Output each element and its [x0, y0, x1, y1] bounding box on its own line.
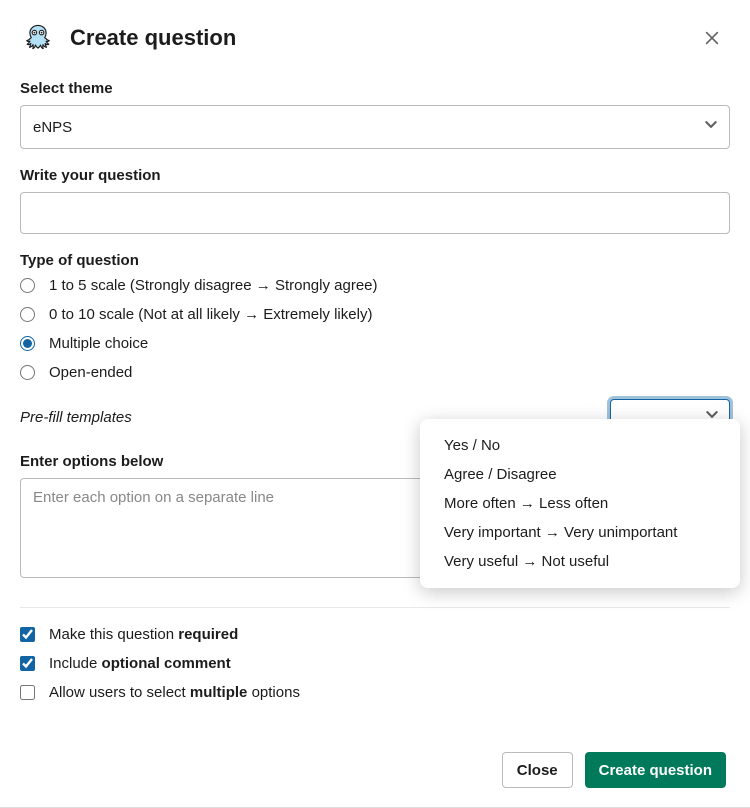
- create-question-button[interactable]: Create question: [585, 752, 726, 788]
- radio-0to10-label: 0 to 10 scale (Not at all likely → Extre…: [49, 306, 372, 323]
- radio-1to5[interactable]: [20, 278, 35, 293]
- modal-title: Create question: [70, 25, 694, 51]
- octopus-icon: [20, 20, 56, 56]
- dropdown-item-yes-no[interactable]: Yes / No: [420, 431, 740, 460]
- close-icon[interactable]: [694, 20, 730, 56]
- checkbox-required-label: Make this question required: [49, 626, 238, 643]
- close-button[interactable]: Close: [502, 752, 573, 788]
- checkbox-optional-comment-label: Include optional comment: [49, 655, 231, 672]
- dropdown-item-useful[interactable]: Very useful → Not useful: [420, 547, 740, 576]
- prefill-label: Pre-fill templates: [20, 409, 132, 426]
- select-theme-value: eNPS: [33, 119, 72, 136]
- radio-0to10[interactable]: [20, 307, 35, 322]
- radio-multiple-choice[interactable]: [20, 336, 35, 351]
- radio-multiple-choice-label: Multiple choice: [49, 335, 148, 352]
- question-input[interactable]: [20, 192, 730, 234]
- select-theme-dropdown[interactable]: eNPS: [20, 105, 730, 149]
- dropdown-item-agree-disagree[interactable]: Agree / Disagree: [420, 460, 740, 489]
- question-label: Write your question: [20, 167, 730, 184]
- checkbox-required[interactable]: [20, 627, 35, 642]
- checkbox-multiple[interactable]: [20, 685, 35, 700]
- type-of-question-label: Type of question: [20, 252, 730, 269]
- divider: [20, 607, 730, 608]
- select-theme-label: Select theme: [20, 80, 730, 97]
- radio-1to5-label: 1 to 5 scale (Strongly disagree → Strong…: [49, 277, 378, 294]
- checkbox-optional-comment[interactable]: [20, 656, 35, 671]
- dropdown-item-important[interactable]: Very important → Very unimportant: [420, 518, 740, 547]
- checkbox-multiple-label: Allow users to select multiple options: [49, 684, 300, 701]
- dropdown-item-more-less-often[interactable]: More often → Less often: [420, 489, 740, 518]
- radio-open-ended[interactable]: [20, 365, 35, 380]
- radio-open-ended-label: Open-ended: [49, 364, 132, 381]
- prefill-dropdown-menu: Yes / No Agree / Disagree More often → L…: [420, 419, 740, 588]
